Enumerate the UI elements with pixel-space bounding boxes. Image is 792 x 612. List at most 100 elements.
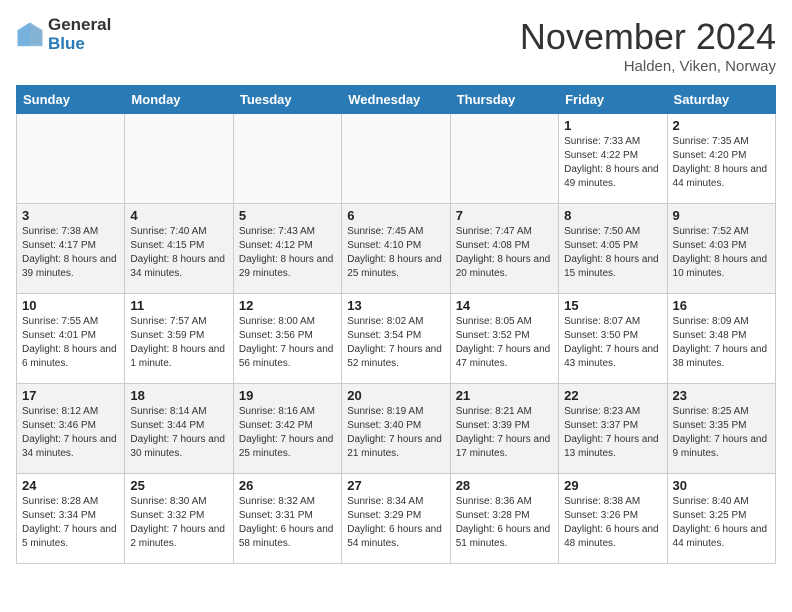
cell-info: Sunrise: 7:55 AM Sunset: 4:01 PM Dayligh… (22, 315, 119, 371)
col-header-tuesday: Tuesday (233, 86, 341, 114)
day-number: 5 (239, 208, 336, 223)
cell-info: Sunrise: 8:12 AM Sunset: 3:46 PM Dayligh… (22, 405, 119, 461)
calendar-cell-w1-d6: 9 Sunrise: 7:52 AM Sunset: 4:03 PM Daylig… (667, 204, 775, 294)
page-header: General Blue November 2024 Halden, Viken… (16, 16, 776, 75)
cell-info: Sunrise: 8:07 AM Sunset: 3:50 PM Dayligh… (564, 315, 661, 371)
day-number: 1 (564, 118, 661, 133)
col-header-sunday: Sunday (17, 86, 125, 114)
cell-info: Sunrise: 8:38 AM Sunset: 3:26 PM Dayligh… (564, 495, 661, 551)
calendar-cell-w0-d2 (233, 114, 341, 204)
col-header-thursday: Thursday (450, 86, 558, 114)
cell-info: Sunrise: 7:35 AM Sunset: 4:20 PM Dayligh… (673, 135, 770, 191)
col-header-wednesday: Wednesday (342, 86, 450, 114)
calendar-cell-w1-d2: 5 Sunrise: 7:43 AM Sunset: 4:12 PM Daylig… (233, 204, 341, 294)
cell-info: Sunrise: 7:38 AM Sunset: 4:17 PM Dayligh… (22, 225, 119, 281)
day-number: 23 (673, 388, 770, 403)
day-number: 19 (239, 388, 336, 403)
calendar-cell-w3-d0: 17 Sunrise: 8:12 AM Sunset: 3:46 PM Dayli… (17, 384, 125, 474)
calendar-cell-w0-d5: 1 Sunrise: 7:33 AM Sunset: 4:22 PM Daylig… (559, 114, 667, 204)
day-number: 27 (347, 478, 444, 493)
cell-info: Sunrise: 7:50 AM Sunset: 4:05 PM Dayligh… (564, 225, 661, 281)
cell-info: Sunrise: 8:28 AM Sunset: 3:34 PM Dayligh… (22, 495, 119, 551)
cell-info: Sunrise: 7:40 AM Sunset: 4:15 PM Dayligh… (130, 225, 227, 281)
calendar-cell-w4-d5: 29 Sunrise: 8:38 AM Sunset: 3:26 PM Dayli… (559, 474, 667, 564)
calendar-cell-w1-d4: 7Sunrise: 7:47 AM Sunset: 4:08 PM Daylig… (450, 204, 558, 294)
calendar-cell-w2-d1: 11Sunrise: 7:57 AM Sunset: 3:59 PM Dayli… (125, 294, 233, 384)
calendar-cell-w2-d4: 14 Sunrise: 8:05 AM Sunset: 3:52 PM Dayli… (450, 294, 558, 384)
day-number: 9 (673, 208, 770, 223)
week-row-2: 10 Sunrise: 7:55 AM Sunset: 4:01 PM Dayli… (17, 294, 776, 384)
cell-info: Sunrise: 8:32 AM Sunset: 3:31 PM Dayligh… (239, 495, 336, 551)
week-row-4: 24 Sunrise: 8:28 AM Sunset: 3:34 PM Dayli… (17, 474, 776, 564)
day-number: 20 (347, 388, 444, 403)
cell-info: Sunrise: 8:34 AM Sunset: 3:29 PM Dayligh… (347, 495, 444, 551)
week-row-1: 3 Sunrise: 7:38 AM Sunset: 4:17 PM Daylig… (17, 204, 776, 294)
cell-info: Sunrise: 7:43 AM Sunset: 4:12 PM Dayligh… (239, 225, 336, 281)
calendar-cell-w1-d5: 8 Sunrise: 7:50 AM Sunset: 4:05 PM Daylig… (559, 204, 667, 294)
cell-info: Sunrise: 7:33 AM Sunset: 4:22 PM Dayligh… (564, 135, 661, 191)
day-number: 10 (22, 298, 119, 313)
week-row-3: 17 Sunrise: 8:12 AM Sunset: 3:46 PM Dayli… (17, 384, 776, 474)
logo: General Blue (16, 16, 111, 53)
day-number: 18 (130, 388, 227, 403)
cell-info: Sunrise: 7:45 AM Sunset: 4:10 PM Dayligh… (347, 225, 444, 281)
week-row-0: 1 Sunrise: 7:33 AM Sunset: 4:22 PM Daylig… (17, 114, 776, 204)
day-number: 24 (22, 478, 119, 493)
cell-info: Sunrise: 8:02 AM Sunset: 3:54 PM Dayligh… (347, 315, 444, 371)
day-number: 4 (130, 208, 227, 223)
cell-info: Sunrise: 8:23 AM Sunset: 3:37 PM Dayligh… (564, 405, 661, 461)
cell-info: Sunrise: 7:47 AM Sunset: 4:08 PM Dayligh… (456, 225, 553, 281)
cell-info: Sunrise: 8:21 AM Sunset: 3:39 PM Dayligh… (456, 405, 553, 461)
cell-info: Sunrise: 8:00 AM Sunset: 3:56 PM Dayligh… (239, 315, 336, 371)
day-number: 16 (673, 298, 770, 313)
calendar-cell-w3-d5: 22 Sunrise: 8:23 AM Sunset: 3:37 PM Dayli… (559, 384, 667, 474)
month-title: November 2024 (520, 16, 776, 58)
day-number: 21 (456, 388, 553, 403)
day-number: 11 (130, 298, 227, 313)
calendar-cell-w2-d0: 10 Sunrise: 7:55 AM Sunset: 4:01 PM Dayli… (17, 294, 125, 384)
calendar-cell-w3-d2: 19 Sunrise: 8:16 AM Sunset: 3:42 PM Dayli… (233, 384, 341, 474)
calendar-cell-w0-d1 (125, 114, 233, 204)
day-number: 28 (456, 478, 553, 493)
calendar-table: SundayMondayTuesdayWednesdayThursdayFrid… (16, 85, 776, 564)
title-block: November 2024 Halden, Viken, Norway (520, 16, 776, 75)
logo-blue: Blue (48, 35, 111, 54)
calendar-header-row: SundayMondayTuesdayWednesdayThursdayFrid… (17, 86, 776, 114)
calendar-cell-w0-d0 (17, 114, 125, 204)
calendar-cell-w4-d6: 30Sunrise: 8:40 AM Sunset: 3:25 PM Dayli… (667, 474, 775, 564)
calendar-cell-w2-d3: 13Sunrise: 8:02 AM Sunset: 3:54 PM Dayli… (342, 294, 450, 384)
day-number: 22 (564, 388, 661, 403)
calendar-cell-w2-d2: 12 Sunrise: 8:00 AM Sunset: 3:56 PM Dayli… (233, 294, 341, 384)
cell-info: Sunrise: 8:16 AM Sunset: 3:42 PM Dayligh… (239, 405, 336, 461)
calendar-cell-w1-d0: 3 Sunrise: 7:38 AM Sunset: 4:17 PM Daylig… (17, 204, 125, 294)
day-number: 29 (564, 478, 661, 493)
day-number: 2 (673, 118, 770, 133)
day-number: 14 (456, 298, 553, 313)
location-subtitle: Halden, Viken, Norway (520, 58, 776, 75)
calendar-cell-w3-d6: 23 Sunrise: 8:25 AM Sunset: 3:35 PM Dayli… (667, 384, 775, 474)
day-number: 12 (239, 298, 336, 313)
calendar-cell-w0-d6: 2 Sunrise: 7:35 AM Sunset: 4:20 PM Daylig… (667, 114, 775, 204)
cell-info: Sunrise: 7:52 AM Sunset: 4:03 PM Dayligh… (673, 225, 770, 281)
calendar-cell-w2-d6: 16 Sunrise: 8:09 AM Sunset: 3:48 PM Dayli… (667, 294, 775, 384)
cell-info: Sunrise: 8:05 AM Sunset: 3:52 PM Dayligh… (456, 315, 553, 371)
cell-info: Sunrise: 8:36 AM Sunset: 3:28 PM Dayligh… (456, 495, 553, 551)
calendar-cell-w4-d4: 28 Sunrise: 8:36 AM Sunset: 3:28 PM Dayli… (450, 474, 558, 564)
calendar-cell-w4-d0: 24 Sunrise: 8:28 AM Sunset: 3:34 PM Dayli… (17, 474, 125, 564)
calendar-cell-w4-d1: 25 Sunrise: 8:30 AM Sunset: 3:32 PM Dayli… (125, 474, 233, 564)
calendar-cell-w4-d3: 27 Sunrise: 8:34 AM Sunset: 3:29 PM Dayli… (342, 474, 450, 564)
day-number: 8 (564, 208, 661, 223)
day-number: 17 (22, 388, 119, 403)
calendar-cell-w1-d3: 6 Sunrise: 7:45 AM Sunset: 4:10 PM Daylig… (342, 204, 450, 294)
day-number: 26 (239, 478, 336, 493)
cell-info: Sunrise: 8:09 AM Sunset: 3:48 PM Dayligh… (673, 315, 770, 371)
day-number: 6 (347, 208, 444, 223)
calendar-cell-w0-d4 (450, 114, 558, 204)
col-header-friday: Friday (559, 86, 667, 114)
calendar-cell-w0-d3 (342, 114, 450, 204)
col-header-monday: Monday (125, 86, 233, 114)
cell-info: Sunrise: 8:25 AM Sunset: 3:35 PM Dayligh… (673, 405, 770, 461)
day-number: 25 (130, 478, 227, 493)
day-number: 3 (22, 208, 119, 223)
cell-info: Sunrise: 8:30 AM Sunset: 3:32 PM Dayligh… (130, 495, 227, 551)
